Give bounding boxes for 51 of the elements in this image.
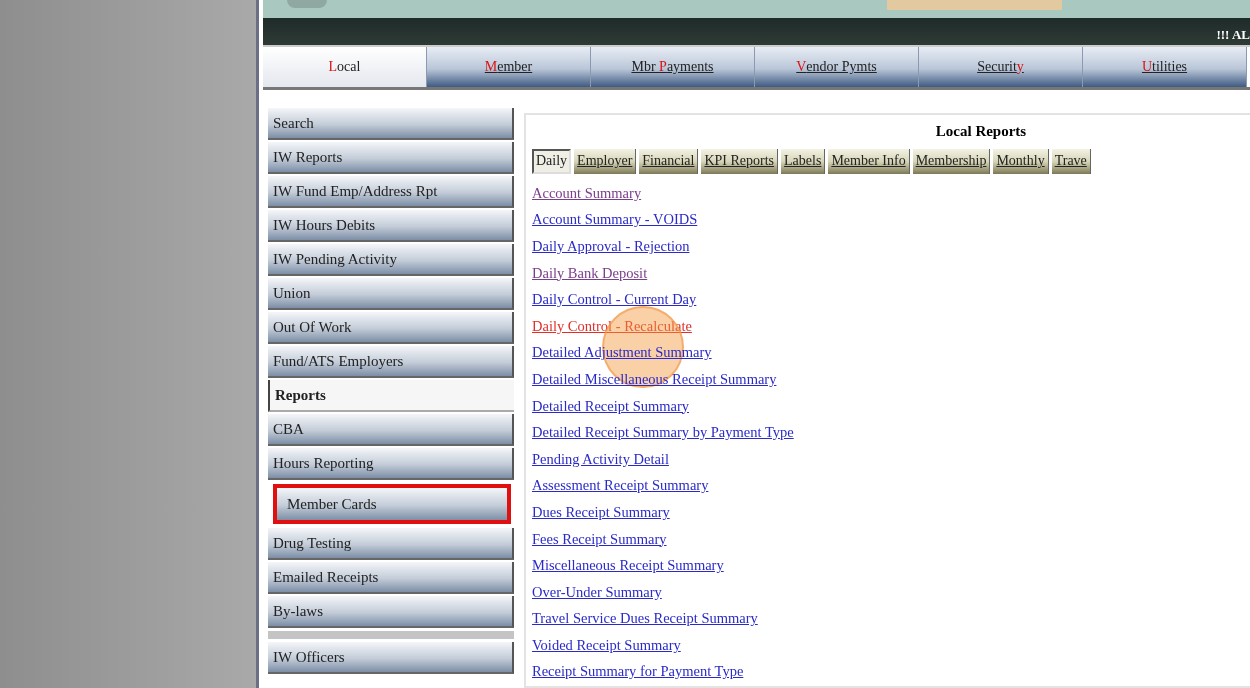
- sidebar-item[interactable]: CBA: [268, 414, 514, 446]
- nav-tab[interactable]: Vendor Pymts: [755, 47, 919, 87]
- report-link[interactable]: Dues Receipt Summary: [532, 503, 670, 521]
- report-link[interactable]: Account Summary: [532, 184, 642, 202]
- sidebar-item[interactable]: Emailed Receipts: [268, 562, 514, 594]
- sidebar-item[interactable]: Out Of Work: [268, 312, 514, 344]
- report-tab[interactable]: Labels: [781, 149, 826, 174]
- report-tab[interactable]: Monthly: [993, 149, 1049, 174]
- sidebar-item[interactable]: Union: [268, 278, 514, 310]
- report-link[interactable]: Miscellaneous Receipt Summary: [532, 557, 724, 575]
- report-link[interactable]: Daily Bank Deposit: [532, 264, 648, 282]
- panel-title: Local Reports: [934, 123, 1028, 141]
- sidebar-item[interactable]: Fund/ATS Employers: [268, 346, 514, 378]
- report-link[interactable]: Assessment Receipt Summary: [532, 477, 709, 495]
- report-tab[interactable]: Employer: [574, 149, 637, 174]
- sidebar-item[interactable]: IW Hours Debits: [268, 210, 514, 242]
- report-tab[interactable]: Trave: [1051, 149, 1091, 174]
- sidebar-item[interactable]: Hours Reporting: [268, 448, 514, 480]
- nav-tab[interactable]: Local: [263, 47, 427, 87]
- sidebar-item[interactable]: Reports: [268, 380, 514, 412]
- report-link[interactable]: Fees Receipt Summary: [532, 530, 667, 548]
- sidebar-item[interactable]: Member Cards: [273, 484, 511, 524]
- report-link[interactable]: Detailed Receipt Summary: [532, 397, 690, 415]
- report-tab[interactable]: Membership: [912, 149, 991, 174]
- nav-tab[interactable]: Utilities: [1083, 47, 1247, 87]
- sidebar-item[interactable]: Drug Testing: [268, 528, 514, 560]
- sidebar-item[interactable]: IW Fund Emp/Address Rpt: [268, 176, 514, 208]
- report-tab[interactable]: Financial: [639, 149, 699, 174]
- report-link[interactable]: Daily Control - Current Day: [532, 291, 697, 309]
- report-link[interactable]: Travel Service Dues Receipt Summary: [532, 610, 758, 628]
- sidebar-item[interactable]: Search: [268, 108, 514, 140]
- report-tab[interactable]: Member Info: [828, 149, 910, 174]
- report-link[interactable]: Over-Under Summary: [532, 583, 662, 601]
- sidebar-item[interactable]: IW Officers: [268, 642, 514, 674]
- report-link[interactable]: Voided Receipt Summary: [532, 636, 681, 654]
- report-link[interactable]: Receipt Summary for Payment Type: [532, 663, 744, 681]
- report-link[interactable]: Detailed Miscellaneous Receipt Summary: [532, 370, 777, 388]
- report-link[interactable]: Account Summary - VOIDS: [532, 211, 698, 229]
- nav-tab[interactable]: Member: [427, 47, 591, 87]
- sidebar-item[interactable]: IW Pending Activity: [268, 244, 514, 276]
- report-tab[interactable]: KPI Reports: [701, 149, 779, 174]
- nav-tab[interactable]: Security: [919, 47, 1083, 87]
- sidebar-item[interactable]: By-laws: [268, 596, 514, 628]
- nav-tab[interactable]: Mbr Payments: [591, 47, 755, 87]
- report-tab[interactable]: Daily: [532, 149, 572, 174]
- report-link[interactable]: Pending Activity Detail: [532, 450, 669, 468]
- sidebar-item[interactable]: IW Reports: [268, 142, 514, 174]
- report-link[interactable]: Detailed Adjustment Summary: [532, 344, 712, 362]
- alert-text: !!! AL: [1216, 27, 1250, 44]
- report-link[interactable]: Daily Approval - Rejection: [532, 238, 690, 255]
- report-link[interactable]: Detailed Receipt Summary by Payment Type: [532, 424, 794, 442]
